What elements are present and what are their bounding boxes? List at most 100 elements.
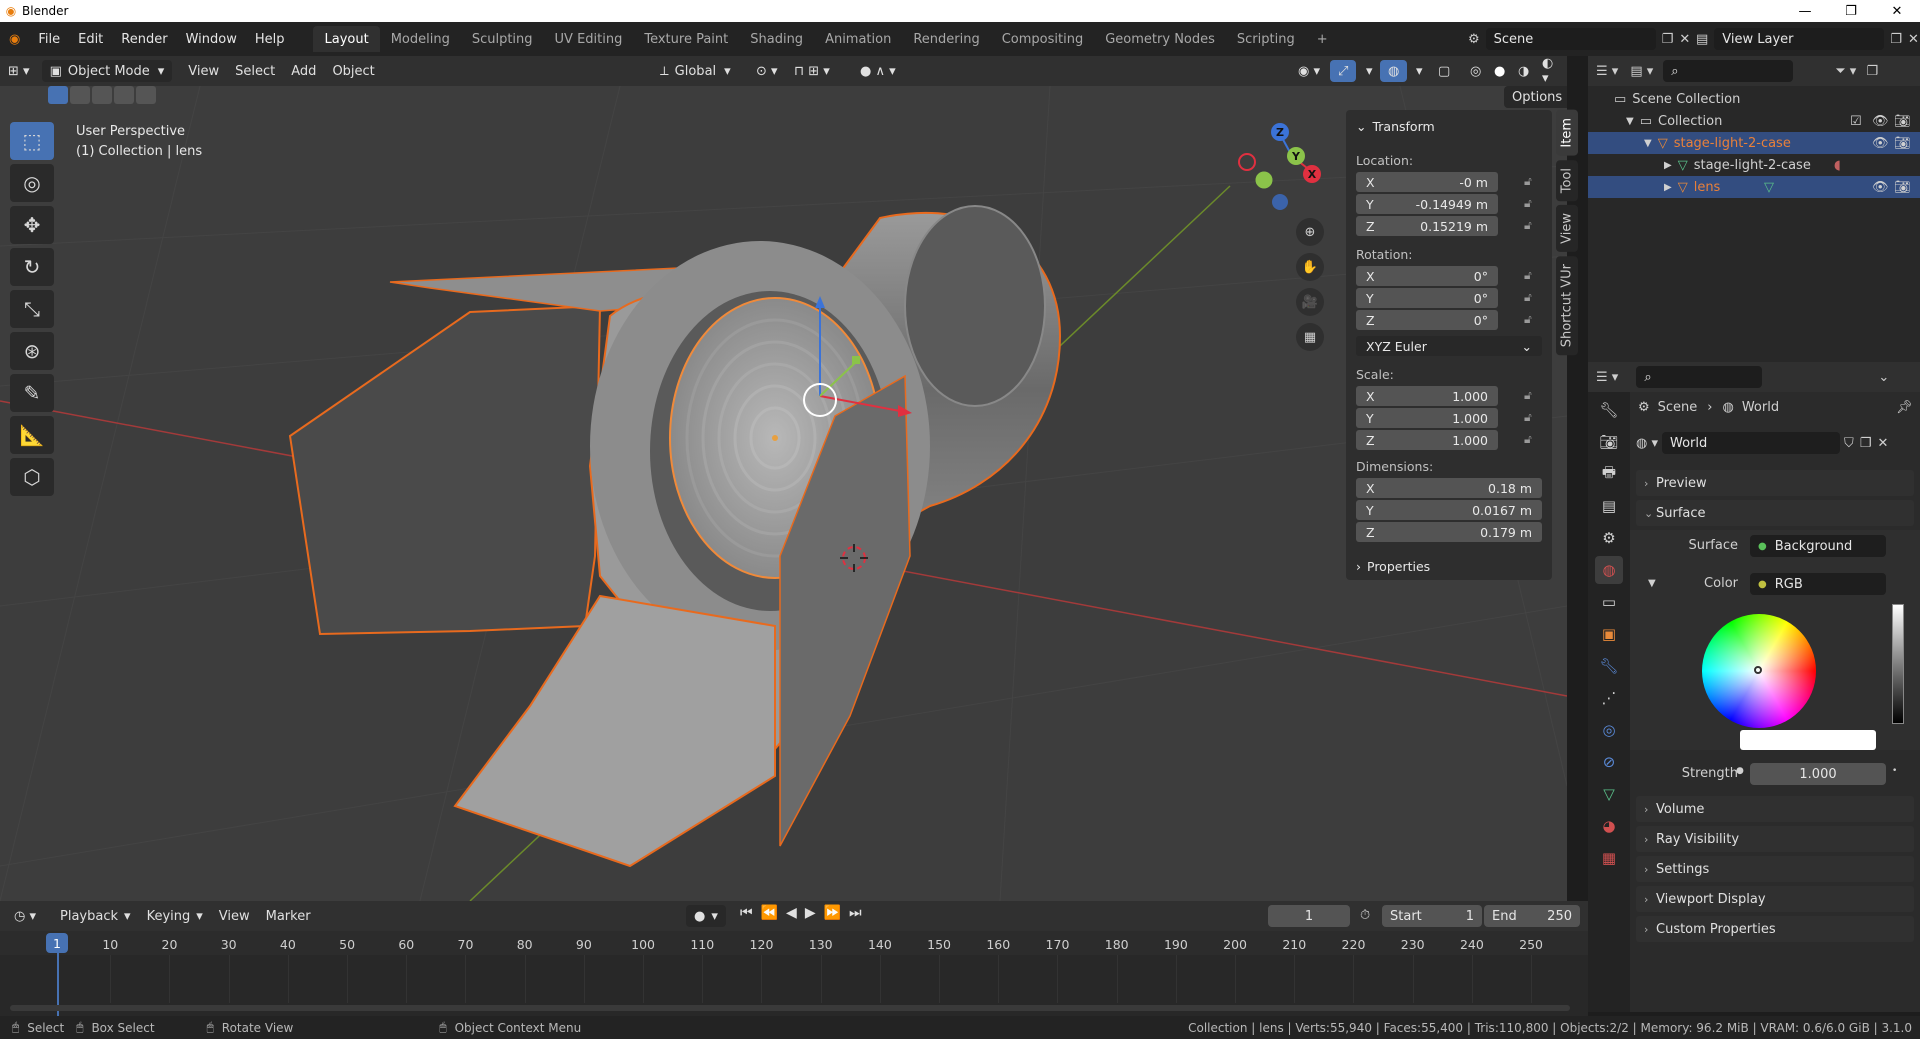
tab-item[interactable]: Item bbox=[1556, 110, 1578, 156]
outliner-item-lens[interactable]: ▶ ▽ lens ▽ 👁︎ 📷︎ bbox=[1588, 176, 1920, 198]
gizmo-toggle-icon[interactable]: ⤢ bbox=[1330, 60, 1357, 82]
gizmo-dropdown-icon[interactable]: ▾ bbox=[1358, 60, 1381, 82]
jump-end-icon[interactable]: ⏭ bbox=[849, 905, 862, 921]
select-mode-extend-icon[interactable] bbox=[70, 86, 90, 104]
material-tab-icon[interactable]: ◕ bbox=[1595, 812, 1623, 840]
menu-object[interactable]: Object bbox=[324, 60, 382, 82]
visibility-icon[interactable]: ◉ ▾ bbox=[1290, 60, 1328, 82]
grid-projection-icon[interactable]: ▦ bbox=[1296, 323, 1324, 351]
color-wheel[interactable] bbox=[1702, 614, 1816, 728]
editor-type-icon[interactable]: ☰ ▾ bbox=[1596, 64, 1618, 79]
scale-z-field[interactable]: Z 1.000 bbox=[1356, 430, 1498, 450]
lock-icon[interactable]: 🔓︎ bbox=[1524, 268, 1540, 284]
menu-select[interactable]: Select bbox=[227, 60, 283, 82]
outliner-scene-collection[interactable]: ▭ Scene Collection bbox=[1588, 88, 1920, 110]
delete-scene-icon[interactable]: ✕ bbox=[1679, 32, 1690, 47]
outliner-item-stage-light-parent[interactable]: ▼ ▽ stage-light-2-case 👁︎ 📷︎ bbox=[1588, 132, 1920, 154]
texture-tab-icon[interactable]: ▦ bbox=[1595, 844, 1623, 872]
menu-keying[interactable]: Keying ▾ bbox=[139, 905, 211, 927]
editor-type-icon[interactable]: ☰ ▾ bbox=[1596, 370, 1618, 385]
start-frame-field[interactable]: Start 1 bbox=[1382, 905, 1482, 927]
collection-tab-icon[interactable]: ▭ bbox=[1595, 588, 1623, 616]
outliner-item-stage-light-mesh[interactable]: ▶ ▽ stage-light-2-case ◖ bbox=[1588, 154, 1920, 176]
play-reverse-icon[interactable]: ◀ bbox=[786, 905, 797, 921]
measure-tool[interactable]: 📐 bbox=[10, 416, 54, 454]
custom-properties-section[interactable]: › Custom Properties bbox=[1636, 916, 1914, 942]
menu-render[interactable]: Render bbox=[112, 27, 176, 51]
surface-shader-field[interactable]: ● Background bbox=[1750, 535, 1886, 557]
outliner-collection[interactable]: ▼ ▭ Collection ☑ 👁︎ 📷︎ bbox=[1588, 110, 1920, 132]
keyframe-dot-icon[interactable]: • bbox=[1892, 766, 1897, 776]
outliner-search-input[interactable]: ⌕ bbox=[1663, 60, 1794, 82]
camera-render-icon[interactable]: 📷︎ bbox=[1894, 114, 1911, 129]
preview-section[interactable]: › Preview bbox=[1636, 470, 1914, 496]
color-swatch[interactable] bbox=[1740, 730, 1876, 750]
menu-window[interactable]: Window bbox=[177, 27, 246, 51]
new-collection-icon[interactable]: ❐ bbox=[1866, 64, 1878, 79]
particles-tab-icon[interactable]: ⋰ bbox=[1595, 684, 1623, 712]
shading-rendered-icon[interactable]: ◐ ▾ bbox=[1534, 56, 1567, 86]
scene-selector[interactable]: Scene bbox=[1485, 28, 1656, 50]
unlink-world-icon[interactable]: ✕ bbox=[1877, 436, 1888, 451]
lock-icon[interactable]: 🔓︎ bbox=[1524, 388, 1540, 404]
scale-y-field[interactable]: Y 1.000 bbox=[1356, 408, 1498, 428]
lock-icon[interactable]: 🔓︎ bbox=[1524, 410, 1540, 426]
scene-tab-icon[interactable]: ⚙ bbox=[1595, 524, 1623, 552]
lock-icon[interactable]: 🔓︎ bbox=[1524, 218, 1540, 234]
constraints-tab-icon[interactable]: ⊘ bbox=[1595, 748, 1623, 776]
menu-timeline-view[interactable]: View bbox=[211, 905, 258, 927]
filter-icon[interactable]: ⏷ ▾ bbox=[1835, 64, 1856, 79]
blender-menu-icon[interactable]: ◉ bbox=[0, 27, 29, 51]
surface-section[interactable]: ⌄ Surface bbox=[1636, 500, 1914, 526]
select-mode-subtract-icon[interactable] bbox=[92, 86, 112, 104]
dimensions-y-field[interactable]: Y 0.0167 m bbox=[1356, 500, 1542, 520]
dimensions-x-field[interactable]: X 0.18 m bbox=[1356, 478, 1542, 498]
move-tool[interactable]: ✥ bbox=[10, 206, 54, 244]
view-layer-selector[interactable]: View Layer bbox=[1714, 28, 1885, 50]
lock-icon[interactable]: 🔓︎ bbox=[1524, 196, 1540, 212]
tab-tool[interactable]: Tool bbox=[1556, 159, 1578, 201]
menu-edit[interactable]: Edit bbox=[69, 27, 112, 51]
expand-icon[interactable]: ▼ bbox=[1648, 578, 1656, 589]
menu-help[interactable]: Help bbox=[246, 27, 294, 51]
color-input-field[interactable]: ● RGB bbox=[1750, 573, 1886, 595]
pin-icon[interactable]: 📌︎ bbox=[1896, 400, 1913, 415]
expand-icon[interactable]: ▼ bbox=[1644, 138, 1652, 149]
jump-keyframe-back-icon[interactable]: ⏪ bbox=[761, 905, 778, 921]
viewport-display-section[interactable]: › Viewport Display bbox=[1636, 886, 1914, 912]
lock-icon[interactable]: 🔓︎ bbox=[1524, 432, 1540, 448]
pan-hand-icon[interactable]: ✋ bbox=[1296, 253, 1324, 281]
record-button[interactable]: ● ▾ bbox=[686, 905, 726, 927]
annotate-tool[interactable]: ✎ bbox=[10, 374, 54, 412]
settings-section[interactable]: › Settings bbox=[1636, 856, 1914, 882]
rotate-tool[interactable]: ↻ bbox=[10, 248, 54, 286]
world-name-field[interactable]: World bbox=[1662, 432, 1841, 454]
new-world-icon[interactable]: ❐ bbox=[1860, 436, 1872, 451]
rotation-mode-dropdown[interactable]: XYZ Euler ⌄ bbox=[1356, 336, 1542, 356]
camera-render-icon[interactable]: 📷︎ bbox=[1894, 136, 1911, 151]
close-button[interactable]: ✕ bbox=[1874, 0, 1920, 22]
eye-icon[interactable]: 👁︎ bbox=[1872, 114, 1889, 129]
tool-tab-icon[interactable]: 🔧︎ bbox=[1595, 396, 1623, 424]
eye-icon[interactable]: 👁︎ bbox=[1872, 180, 1889, 195]
expand-icon[interactable]: ▶ bbox=[1664, 160, 1672, 171]
expand-icon[interactable]: ▼ bbox=[1626, 116, 1634, 127]
navigation-gizmo[interactable]: Z Y X bbox=[1238, 123, 1321, 210]
orientation-dropdown[interactable]: ⟂ Global ▾ bbox=[652, 60, 739, 82]
modifier-tab-icon[interactable]: 🔧︎ bbox=[1595, 652, 1623, 680]
tab-shortcut-vur[interactable]: Shortcut VUr bbox=[1556, 255, 1578, 355]
current-frame-field[interactable]: 1 bbox=[1268, 905, 1350, 927]
timeline[interactable]: 1102030405060708090100110120130140150160… bbox=[0, 931, 1588, 1016]
data-tab-icon[interactable]: ▽ bbox=[1595, 780, 1623, 808]
jump-start-icon[interactable]: ⏮ bbox=[740, 905, 753, 921]
add-workspace-button[interactable]: + bbox=[1306, 26, 1339, 52]
options-button[interactable]: Options▾ bbox=[1504, 86, 1567, 108]
proportional-edit-icon[interactable]: ● ∧ ▾ bbox=[852, 60, 904, 82]
tab-geometry-nodes[interactable]: Geometry Nodes bbox=[1094, 26, 1226, 52]
menu-add[interactable]: Add bbox=[283, 60, 324, 82]
properties-search-input[interactable]: ⌕ bbox=[1636, 366, 1763, 388]
scale-tool[interactable]: ⤡ bbox=[10, 290, 54, 328]
tab-scripting[interactable]: Scripting bbox=[1226, 26, 1306, 52]
object-tab-icon[interactable]: ▣ bbox=[1595, 620, 1623, 648]
location-z-field[interactable]: Z 0.15219 m bbox=[1356, 216, 1498, 236]
